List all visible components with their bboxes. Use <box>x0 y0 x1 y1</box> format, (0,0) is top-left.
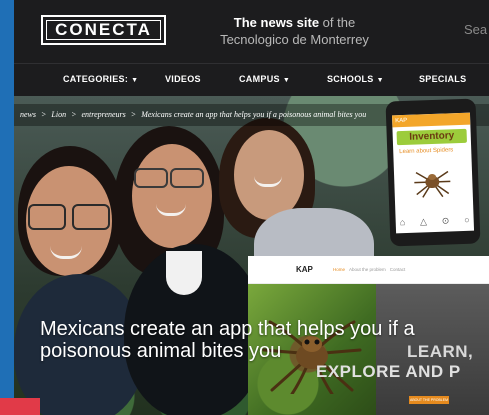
breadcrumb-item[interactable]: entrepreneurs <box>81 110 125 119</box>
chevron-down-icon: ▼ <box>376 77 384 84</box>
breadcrumb-item[interactable]: Lion <box>51 110 66 119</box>
pin-icon[interactable]: ⊙ <box>442 215 450 226</box>
logo-text: CONECTA <box>46 20 161 40</box>
search-input[interactable]: Sea <box>464 22 487 37</box>
triangle-icon[interactable]: △ <box>420 216 427 227</box>
main-nav: CATEGORIES: ▼ VIDEOS CAMPUS ▼ SCHOOLS ▼ SPE… <box>14 63 489 97</box>
hero-image: news > Lion > entrepreneurs > Mexicans create … <box>14 96 489 415</box>
nav-item-campus[interactable]: CAMPUS ▼ <box>239 74 290 84</box>
glasses-shape <box>28 204 66 230</box>
site-header: CONECTA The news site of the Tecnologico… <box>14 0 489 63</box>
spider-icon <box>414 170 451 198</box>
phone-screen: KAP Inventory Learn about Spiders ⌂ △ ⊙ … <box>391 112 475 234</box>
article-headline[interactable]: Mexicans create an app that helps you if… <box>40 318 480 362</box>
kap-nav-home[interactable]: Home <box>333 267 345 272</box>
nav-item-categories[interactable]: CATEGORIES: ▼ <box>63 74 138 84</box>
conecta-logo[interactable]: CONECTA <box>41 15 166 45</box>
nav-label: VIDEOS <box>165 74 201 84</box>
tagline-institution: Tecnologico de Monterrey <box>220 32 369 47</box>
kap-site-header: KAP Home About the problem Contact <box>248 256 489 284</box>
shirt-shape <box>166 251 202 295</box>
breadcrumb-separator: > <box>41 110 47 119</box>
nav-label: CAMPUS <box>239 74 280 84</box>
phone-toolbar: ⌂ △ ⊙ ○ <box>400 215 470 228</box>
red-accent-bar <box>0 398 40 415</box>
home-icon[interactable]: ⌂ <box>400 217 406 228</box>
breadcrumb-separator: > <box>130 110 137 119</box>
nav-item-specials[interactable]: SPECIALS <box>419 74 466 84</box>
nav-label: CATEGORIES: <box>63 74 129 84</box>
glasses-shape <box>72 204 110 230</box>
breadcrumb-item[interactable]: news <box>20 110 36 119</box>
tagline-bold: The news site <box>233 15 320 30</box>
kap-site-nav: Home About the problem Contact <box>333 267 409 272</box>
nav-item-schools[interactable]: SCHOOLS ▼ <box>327 74 384 84</box>
kap-about-button[interactable]: ABOUT THE PROBLEM <box>409 396 449 404</box>
search-icon[interactable]: ○ <box>464 215 470 226</box>
kap-explore-text: EXPLORE AND P <box>316 362 461 381</box>
kap-logo[interactable]: KAP <box>296 265 313 274</box>
breadcrumb-separator: > <box>71 110 77 119</box>
face-shape <box>234 130 304 220</box>
glasses-shape <box>170 168 204 188</box>
site-tagline: The news site of the Tecnologico de Mont… <box>202 14 387 48</box>
nav-label: SPECIALS <box>419 74 467 84</box>
app-bar: KAP <box>391 112 471 128</box>
chevron-down-icon: ▼ <box>282 77 291 84</box>
face-shape <box>132 144 212 248</box>
phone-mockup: KAP Inventory Learn about Spiders ⌂ △ ⊙ … <box>385 98 481 247</box>
blue-accent-bar <box>0 0 14 415</box>
app-title: Inventory <box>396 128 467 146</box>
glasses-shape <box>134 168 168 188</box>
app-subtitle: Learn about Spiders <box>399 147 454 156</box>
kap-nav-contact[interactable]: Contact <box>390 267 406 272</box>
breadcrumb-current: Mexicans create an app that helps you if… <box>141 110 367 119</box>
chevron-down-icon: ▼ <box>131 77 139 84</box>
page: CONECTA The news site of the Tecnologico… <box>0 0 489 415</box>
tagline-rest: of the <box>319 15 356 30</box>
nav-item-videos[interactable]: VIDEOS <box>165 74 201 84</box>
kap-nav-about[interactable]: About the problem <box>349 267 386 272</box>
nav-label: SCHOOLS <box>327 74 374 84</box>
